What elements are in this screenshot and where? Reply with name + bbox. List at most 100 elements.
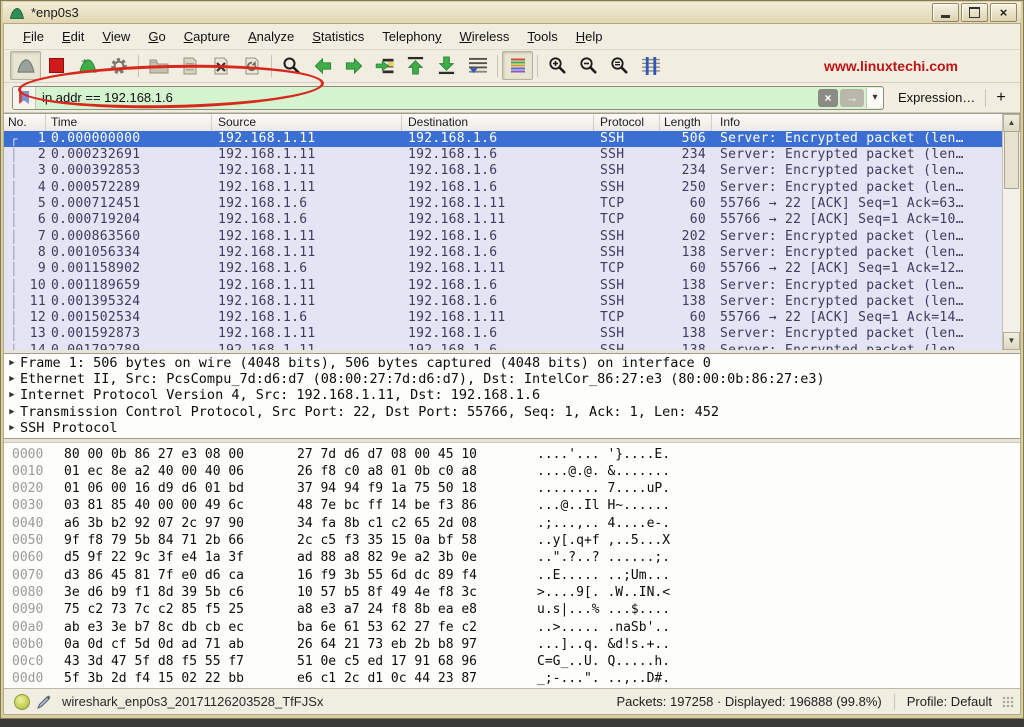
restart-capture-button[interactable] — [72, 51, 103, 80]
detail-line[interactable]: ▶Frame 1: 506 bytes on wire (4048 bits),… — [4, 355, 1020, 371]
close-file-button[interactable] — [205, 51, 236, 80]
packet-row[interactable]: │70.000863560192.168.1.11192.168.1.6SSH2… — [4, 229, 1003, 245]
packet-row[interactable]: │110.001395324192.168.1.11192.168.1.6SSH… — [4, 294, 1003, 310]
menu-capture[interactable]: Capture — [175, 26, 239, 47]
profile-label[interactable]: Profile: Default — [907, 694, 992, 709]
cell-info: Server: Encrypted packet (len… — [712, 278, 1003, 294]
go-forward-button[interactable] — [338, 51, 369, 80]
hex-row[interactable]: 00509f f8 79 5b 84 71 2b 662c c5 f3 35 1… — [12, 532, 1020, 549]
packet-row[interactable]: │100.001189659192.168.1.11192.168.1.6SSH… — [4, 278, 1003, 294]
column-header-destination[interactable]: Destination — [402, 114, 594, 131]
display-filter-input[interactable] — [36, 90, 818, 105]
hex-row[interactable]: 00c043 3d 47 5f d8 f5 55 f751 0e c5 ed 1… — [12, 653, 1020, 670]
packet-row[interactable]: │140.001792789192.168.1.11192.168.1.6SSH… — [4, 343, 1003, 350]
resize-columns-button[interactable] — [635, 51, 666, 80]
expand-arrow-icon[interactable]: ▶ — [4, 355, 20, 371]
open-file-button[interactable] — [143, 51, 174, 80]
menu-statistics[interactable]: Statistics — [303, 26, 373, 47]
hex-row[interactable]: 00a0ab e3 3e b7 8c db cb ecba 6e 61 53 6… — [12, 619, 1020, 636]
hex-row[interactable]: 0070d3 86 45 81 7f e0 d6 ca16 f9 3b 55 6… — [12, 567, 1020, 584]
column-header-length[interactable]: Length — [660, 114, 712, 131]
expand-arrow-icon[interactable]: ▶ — [4, 371, 20, 387]
hex-row[interactable]: 0040a6 3b b2 92 07 2c 97 9034 fa 8b c1 c… — [12, 515, 1020, 532]
cell-time: 0.000712451 — [46, 196, 212, 212]
stop-capture-button[interactable] — [41, 51, 72, 80]
hex-row[interactable]: 0060d5 9f 22 9c 3f e4 1a 3fad 88 a8 82 9… — [12, 549, 1020, 566]
zoom-in-button[interactable] — [542, 51, 573, 80]
go-to-packet-button[interactable] — [369, 51, 400, 80]
capture-comment-icon[interactable] — [36, 694, 52, 710]
menu-tools[interactable]: Tools — [518, 26, 566, 47]
save-file-button[interactable] — [174, 51, 205, 80]
colorize-packets-button[interactable] — [502, 51, 533, 80]
scrollbar-thumb[interactable] — [1004, 131, 1019, 189]
detail-line[interactable]: ▶Ethernet II, Src: PcsCompu_7d:d6:d7 (08… — [4, 371, 1020, 387]
find-packet-button[interactable] — [276, 51, 307, 80]
menu-telephony[interactable]: Telephony — [373, 26, 450, 47]
go-first-packet-button[interactable] — [400, 51, 431, 80]
hex-row[interactable]: 00d05f 3b 2d f4 15 02 22 bbe6 c1 2c d1 0… — [12, 670, 1020, 687]
packet-list-header[interactable]: No. Time Source Destination Protocol Len… — [4, 114, 1020, 132]
display-filter-box[interactable]: × → ▾ — [12, 86, 884, 110]
packet-row[interactable]: │60.000719204192.168.1.6192.168.1.11TCP6… — [4, 212, 1003, 228]
minimize-button[interactable] — [932, 3, 959, 22]
packet-row[interactable]: │20.000232691192.168.1.11192.168.1.6SSH2… — [4, 147, 1003, 163]
column-header-info[interactable]: Info — [712, 114, 1020, 131]
hex-row[interactable]: 002001 06 00 16 d9 d6 01 bd37 94 94 f9 1… — [12, 480, 1020, 497]
filter-dropdown-button[interactable]: ▾ — [866, 88, 883, 108]
hex-row[interactable]: 009075 c2 73 7c c2 85 f5 25a8 e3 a7 24 f… — [12, 601, 1020, 618]
zoom-out-button[interactable] — [573, 51, 604, 80]
filter-bookmark-button[interactable] — [13, 87, 36, 109]
cell-len: 234 — [660, 147, 712, 163]
packet-row[interactable]: │30.000392853192.168.1.11192.168.1.6SSH2… — [4, 163, 1003, 179]
zoom-reset-button[interactable] — [604, 51, 635, 80]
column-header-time[interactable]: Time — [46, 114, 212, 131]
hex-row[interactable]: 003003 81 85 40 00 00 49 6c48 7e bc ff 1… — [12, 497, 1020, 514]
maximize-button[interactable] — [961, 3, 988, 22]
add-filter-button[interactable]: + — [996, 89, 1005, 107]
expand-arrow-icon[interactable]: ▶ — [4, 420, 20, 436]
column-header-no[interactable]: No. — [4, 114, 46, 131]
packet-row[interactable]: │80.001056334192.168.1.11192.168.1.6SSH1… — [4, 245, 1003, 261]
go-last-packet-button[interactable] — [431, 51, 462, 80]
expression-button[interactable]: Expression… — [898, 90, 975, 105]
column-header-protocol[interactable]: Protocol — [594, 114, 660, 131]
titlebar[interactable]: *enp0s3 × — [3, 2, 1021, 23]
expand-arrow-icon[interactable]: ▶ — [4, 404, 20, 420]
auto-scroll-button[interactable] — [462, 51, 493, 80]
menu-wireless[interactable]: Wireless — [451, 26, 519, 47]
detail-line[interactable]: ▶SSH Protocol — [4, 420, 1020, 436]
scroll-down-button[interactable]: ▼ — [1003, 332, 1020, 350]
menu-file[interactable]: File — [14, 26, 53, 47]
menu-analyze[interactable]: Analyze — [239, 26, 303, 47]
hex-row[interactable]: 000080 00 0b 86 27 e3 08 0027 7d d6 d7 0… — [12, 446, 1020, 463]
packet-row[interactable]: │90.001158902192.168.1.6192.168.1.11TCP6… — [4, 261, 1003, 277]
packet-row[interactable]: │130.001592873192.168.1.11192.168.1.6SSH… — [4, 326, 1003, 342]
menu-go[interactable]: Go — [139, 26, 174, 47]
packet-row[interactable]: │40.000572289192.168.1.11192.168.1.6SSH2… — [4, 180, 1003, 196]
scroll-up-button[interactable]: ▲ — [1003, 114, 1020, 132]
expand-arrow-icon[interactable]: ▶ — [4, 387, 20, 403]
packet-row[interactable]: │120.001502534192.168.1.6192.168.1.11TCP… — [4, 310, 1003, 326]
detail-line[interactable]: ▶Transmission Control Protocol, Src Port… — [4, 404, 1020, 420]
filter-clear-button[interactable]: × — [818, 89, 838, 107]
expert-info-icon[interactable] — [14, 694, 30, 710]
hex-row[interactable]: 00b00a 0d cf 5d 0d ad 71 ab26 64 21 73 e… — [12, 636, 1020, 653]
menu-view[interactable]: View — [93, 26, 139, 47]
hex-row[interactable]: 001001 ec 8e a2 40 00 40 0626 f8 c0 a8 0… — [12, 463, 1020, 480]
hex-row[interactable]: 00803e d6 b9 f1 8d 39 5b c610 57 b5 8f 4… — [12, 584, 1020, 601]
capture-options-button[interactable] — [103, 51, 134, 80]
start-capture-button[interactable] — [10, 51, 41, 80]
packet-row[interactable]: │50.000712451192.168.1.6192.168.1.11TCP6… — [4, 196, 1003, 212]
detail-line[interactable]: ▶Internet Protocol Version 4, Src: 192.1… — [4, 387, 1020, 403]
go-back-button[interactable] — [307, 51, 338, 80]
close-button[interactable]: × — [990, 3, 1017, 22]
packet-row[interactable]: ┌10.000000000192.168.1.11192.168.1.6SSH5… — [4, 131, 1003, 147]
menu-help[interactable]: Help — [567, 26, 612, 47]
filter-apply-button[interactable]: → — [840, 89, 864, 107]
packet-list-scrollbar[interactable]: ▲ ▼ — [1002, 114, 1020, 350]
reload-file-button[interactable] — [236, 51, 267, 80]
column-header-source[interactable]: Source — [212, 114, 402, 131]
resize-grip[interactable] — [1002, 696, 1014, 708]
menu-edit[interactable]: Edit — [53, 26, 93, 47]
